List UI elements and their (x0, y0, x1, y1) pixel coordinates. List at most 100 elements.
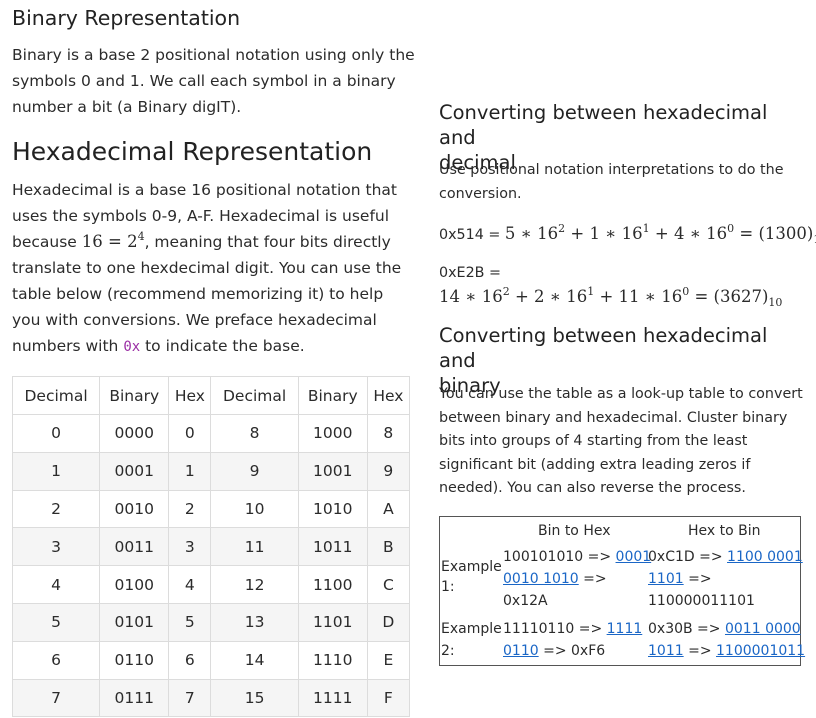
equation-term: + 4 ∗ 16 (649, 224, 728, 243)
table-row: 4 0100 4 12 1100 C (11, 565, 411, 604)
table-cell: 9 (366, 451, 411, 491)
equation-1: 0x514 = 5 ∗ 162 + 1 ∗ 161 + 4 ∗ 160 = (1… (439, 222, 816, 247)
table-header: Binary (297, 376, 368, 415)
table-cell: 7 (11, 678, 101, 718)
equation-term: + 2 ∗ 16 (509, 287, 588, 306)
hex-text: , meaning that four bits directly (144, 233, 391, 251)
table-cell: 1000 (297, 414, 368, 453)
hexbin-paragraph: You can use the table as a look-up table… (439, 383, 809, 501)
hex-prefix-code: 0x (123, 339, 141, 355)
table-cell: 0000 (99, 414, 170, 453)
table-header: Decimal (11, 376, 101, 415)
table-cell: B (366, 527, 411, 567)
hex-equation-exponent: 4 (137, 230, 145, 243)
hex-equation: 16 = 24 (82, 230, 145, 251)
hex-text: to indicate the base. (140, 337, 305, 355)
table-cell: 1001 (297, 451, 368, 491)
table-cell: 7 (168, 678, 212, 718)
example-text: => 0xF6 (538, 643, 606, 659)
hexbin-line: between binary and hexadecimal. Cluster … (439, 409, 788, 426)
table-cell: 1 (168, 451, 212, 491)
table-cell: 2 (168, 489, 212, 529)
example-label-line: Example (441, 559, 502, 575)
table-header-row: Decimal Binary Hex Decimal Binary Hex (11, 376, 411, 415)
equation-label: 0x514 = (439, 227, 505, 243)
hexdec-heading-line: Converting between hexadecimal and (439, 101, 768, 149)
example-label-line: Example (441, 621, 502, 637)
example-link[interactable]: 1100001011 (716, 643, 805, 659)
table-cell: A (366, 489, 411, 529)
hex-line: numbers with 0x to indicate the base. (12, 333, 422, 360)
example-link[interactable]: 0001 (616, 549, 652, 565)
example-result: 0x12A (503, 593, 548, 609)
table-cell: 5 (168, 602, 212, 642)
table-row: 2 0010 2 10 1010 A (11, 489, 411, 529)
table-row: 0 0000 0 8 1000 8 (11, 414, 411, 453)
example-link[interactable]: 1100 0001 (727, 549, 803, 565)
hexbin-line: bits into groups of 4 starting from the … (439, 433, 748, 449)
example-2-hex-to-bin: 0x30B => 0011 0000 1011 => 1100001011 (648, 618, 805, 662)
example-text: => (578, 571, 607, 587)
hex-line: translate to one hexdecimal digit. You c… (12, 259, 402, 277)
table-cell: 4 (168, 565, 212, 604)
table-cell: 15 (210, 678, 299, 718)
table-row: 5 0101 5 13 1101 D (11, 602, 411, 642)
hexbin-line: significant bit (adding extra leading ze… (439, 456, 751, 473)
table-cell: 1110 (297, 640, 368, 680)
table-row: 1 0001 1 9 1001 9 (11, 451, 411, 491)
example-link[interactable]: 1101 (648, 571, 684, 587)
table-cell: 9 (210, 451, 299, 491)
table-cell: 1 (11, 451, 101, 491)
table-cell: 0101 (99, 602, 170, 642)
table-cell: D (366, 602, 411, 642)
example-text: => (683, 571, 712, 587)
table-cell: 0001 (99, 451, 170, 491)
hexdec-paragraph: Use positional notation interpretations … (439, 159, 809, 206)
binary-line: Binary is a base 2 positional notation u… (12, 46, 415, 64)
col-hex-to-bin: Hex to Bin (688, 523, 761, 539)
equation-exponent: 1 (642, 222, 650, 235)
example-text: 0xC1D => (648, 549, 728, 565)
table-cell: 2 (11, 489, 101, 529)
hexdec-line: Use positional notation interpretations … (439, 162, 784, 178)
binary-paragraph: Binary is a base 2 positional notation u… (12, 42, 422, 120)
example-text: 100101010 => (503, 549, 616, 565)
equation-math: 14 ∗ 162 + 2 ∗ 161 + 11 ∗ 160 = (3627)10 (439, 286, 782, 308)
binary-heading: Binary Representation (12, 6, 241, 30)
examples-box: Bin to Hex Hex to Bin Example 1: 1001010… (439, 516, 805, 666)
equation-term: + 11 ∗ 16 (594, 287, 683, 306)
example-link[interactable]: 0010 1010 (503, 571, 579, 587)
table-cell: 0110 (99, 640, 170, 680)
table-cell: 1010 (297, 489, 368, 529)
example-label-line: 1: (441, 579, 455, 595)
table-cell: 1100 (297, 565, 368, 604)
hex-paragraph: Hexadecimal is a base 16 positional nota… (12, 177, 422, 360)
table-body: 0 0000 0 8 1000 8 1 0001 1 9 1001 9 2 0010 2 10 1010 A 3 00… (11, 414, 411, 718)
example-1-label: Example 1: (441, 557, 502, 597)
col-bin-to-hex: Bin to Hex (538, 523, 611, 539)
hex-text: numbers with (12, 337, 124, 355)
table-cell: 12 (210, 565, 299, 604)
example-link[interactable]: 0110 (503, 643, 539, 659)
example-link[interactable]: 0011 0000 (725, 621, 801, 637)
table-cell: 1101 (297, 602, 368, 642)
equation-term: = (1300) (734, 224, 814, 243)
table-cell: 0100 (99, 565, 170, 604)
equation-term: 14 ∗ 16 (439, 287, 503, 306)
example-text: 11110110 => (503, 621, 607, 637)
hexdec-line: conversion. (439, 185, 522, 202)
example-link[interactable]: 1011 (648, 643, 684, 659)
hex-heading: Hexadecimal Representation (12, 137, 373, 166)
binary-line: symbols 0 and 1. We call each symbol in … (12, 72, 396, 90)
table-cell: 1011 (297, 527, 368, 567)
example-1-bin-to-hex: 100101010 => 0001 0010 1010 => 0x12A (503, 546, 651, 612)
example-link[interactable]: 1111 (607, 621, 643, 637)
table-cell: 6 (168, 640, 212, 680)
example-1-hex-to-bin: 0xC1D => 1100 0001 1101 => 110000011101 (648, 546, 803, 612)
table-header: Decimal (210, 376, 299, 415)
table-cell: 6 (11, 640, 101, 680)
equation-term: = (3627) (689, 287, 769, 306)
example-result: 110000011101 (648, 593, 755, 609)
table-cell: 13 (210, 602, 299, 642)
hex-line: uses the symbols 0-9, A-F. Hexadecimal i… (12, 207, 390, 225)
